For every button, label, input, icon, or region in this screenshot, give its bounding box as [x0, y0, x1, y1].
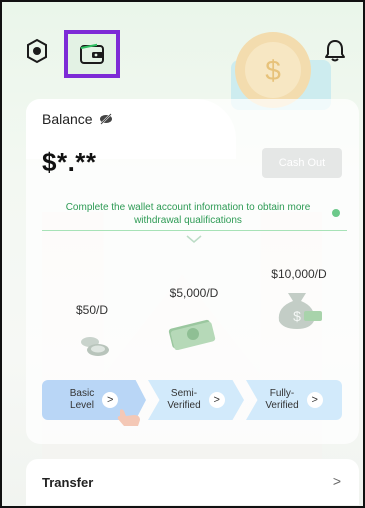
level-basic: $50/D	[62, 303, 122, 317]
transfer-label: Transfer	[42, 475, 94, 490]
level-price: $10,000/D	[271, 267, 327, 281]
pointer-hand-icon	[117, 409, 140, 426]
chevron-down-icon	[186, 235, 202, 243]
balance-amount: $*.**	[42, 147, 97, 177]
wallet-icon	[80, 43, 104, 64]
bell-icon[interactable]	[321, 36, 349, 64]
chevron-right-icon: >	[332, 473, 341, 489]
coins-icon	[81, 337, 109, 356]
level-fully: $10,000/D	[254, 267, 344, 281]
chevron-right-icon: >	[306, 392, 323, 408]
level-step-semi[interactable]: Semi- Verified >	[148, 380, 244, 420]
wallet-button[interactable]	[64, 30, 120, 78]
money-bag-icon: $	[278, 293, 322, 329]
balance-title: Balance	[42, 111, 93, 127]
notice-indicator-icon	[332, 209, 340, 217]
level-step-label: Fully- Verified	[265, 388, 299, 411]
level-semi: $5,000/D	[154, 286, 234, 300]
settings-icon[interactable]	[24, 38, 50, 64]
level-price: $5,000/D	[169, 286, 219, 300]
notice-divider	[42, 230, 347, 231]
level-step-label: Semi- Verified	[167, 388, 201, 411]
verification-notice: Complete the wallet account information …	[65, 202, 311, 226]
top-bar	[2, 2, 363, 82]
chevron-right-icon: >	[208, 392, 225, 408]
cash-out-button[interactable]: Cash Out	[262, 148, 342, 178]
eye-off-icon[interactable]	[99, 113, 113, 125]
cash-stack-icon	[168, 319, 216, 350]
level-step-label: Basic Level	[69, 388, 95, 411]
balance-label: Balance	[42, 111, 113, 127]
svg-text:$: $	[293, 308, 301, 324]
level-price: $50/D	[75, 303, 109, 317]
level-step-fully[interactable]: Fully- Verified >	[246, 380, 342, 420]
